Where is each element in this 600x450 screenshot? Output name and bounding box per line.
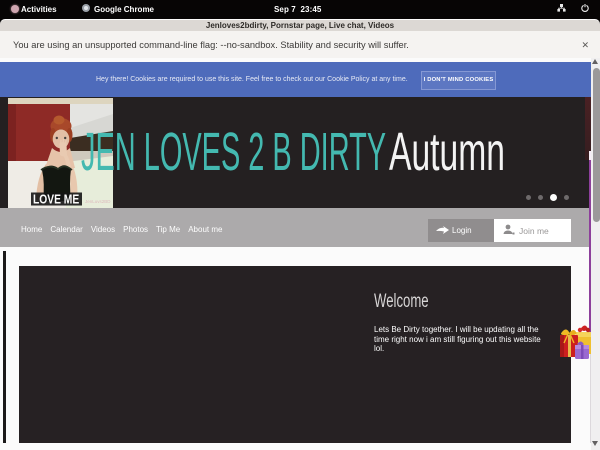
svg-text:JenLuvs2BD: JenLuvs2BD (85, 199, 111, 204)
svg-text:LOVE ME: LOVE ME (33, 192, 79, 206)
